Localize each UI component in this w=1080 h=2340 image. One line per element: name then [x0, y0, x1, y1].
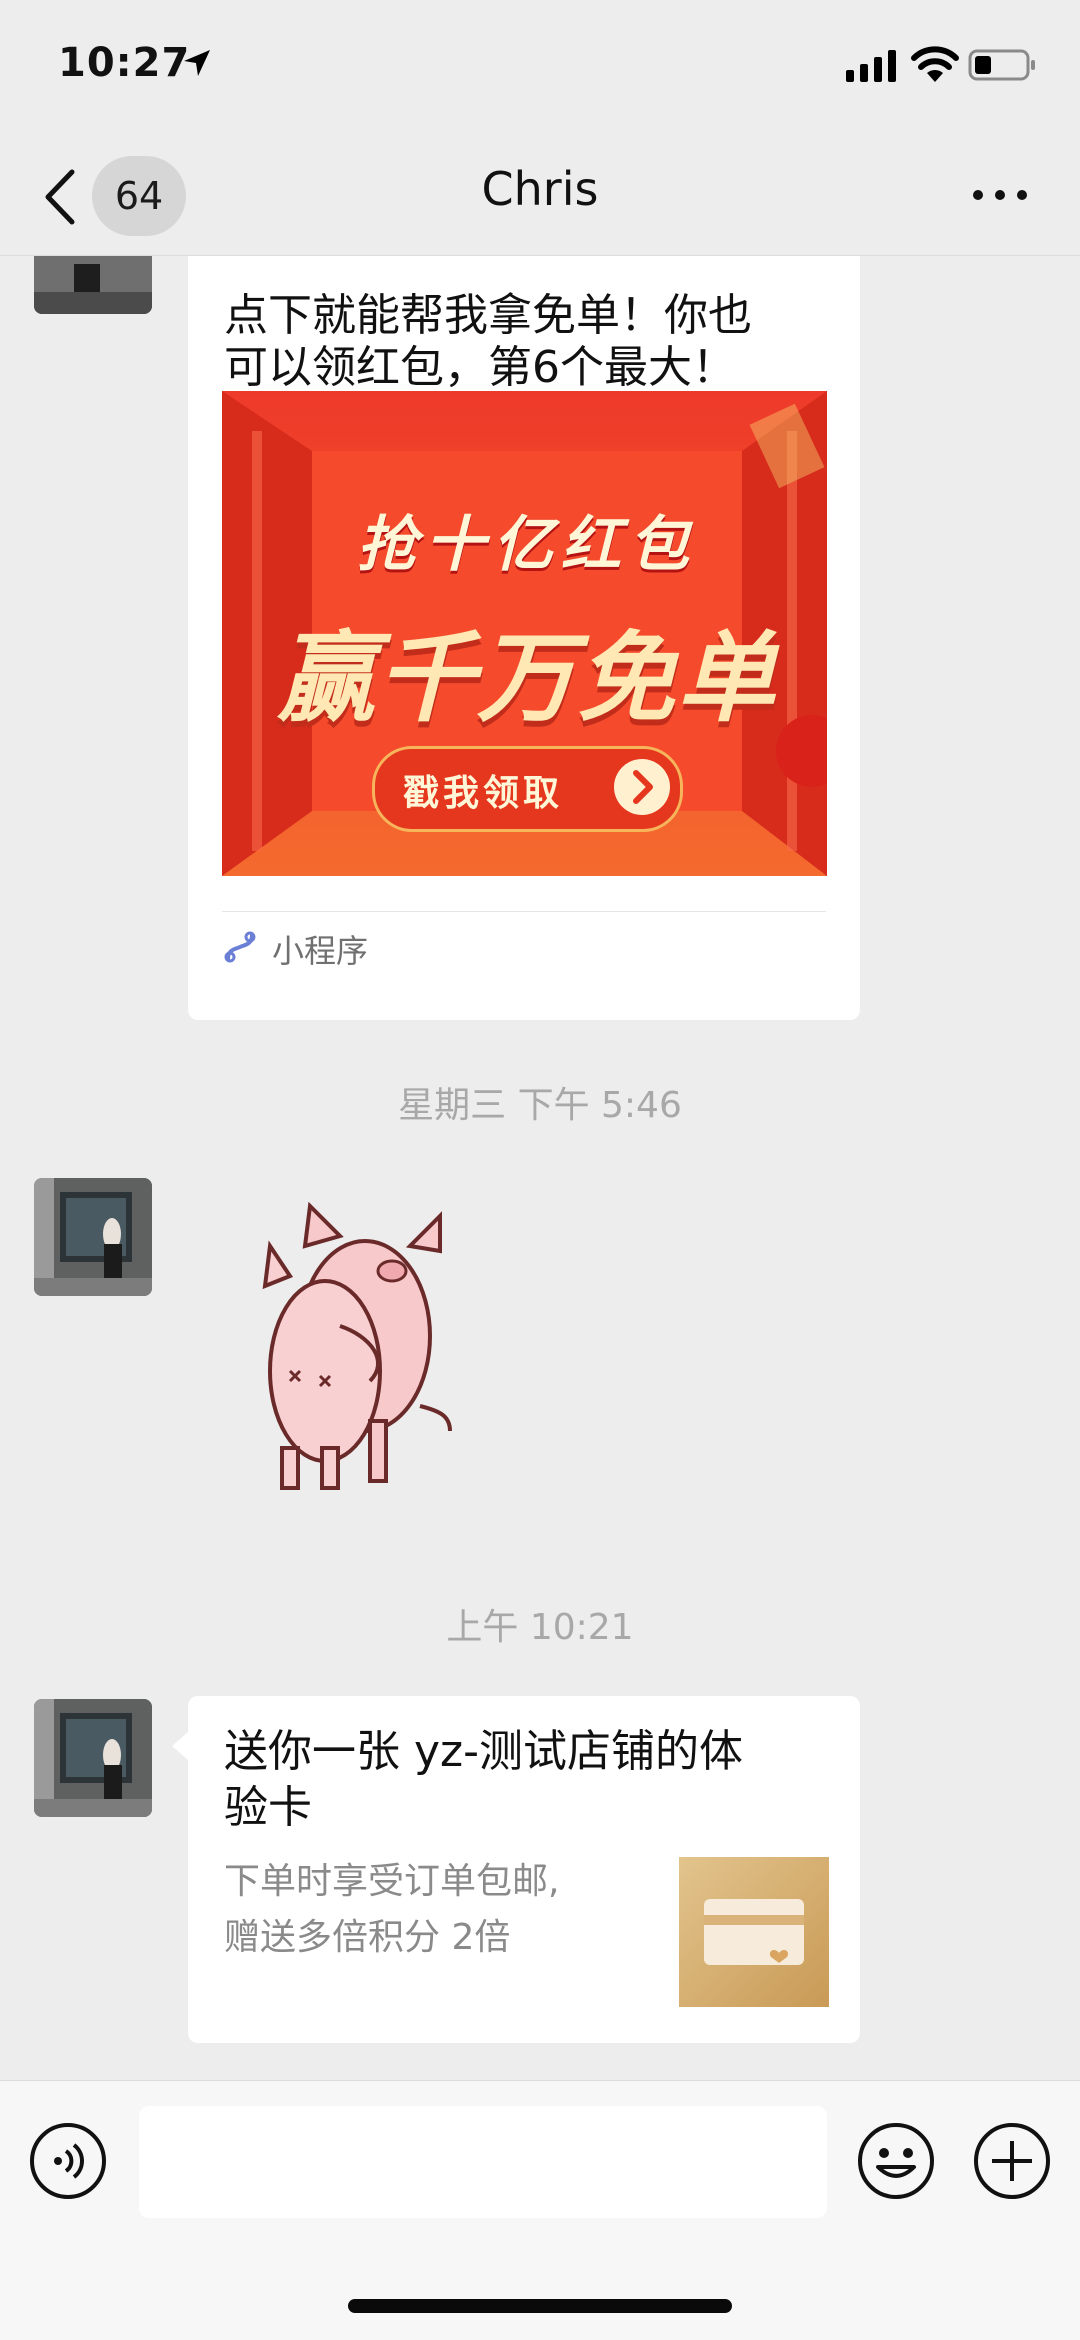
plus-icon[interactable]: [972, 2121, 1052, 2201]
input-bar: [0, 2080, 1080, 2340]
divider: [222, 911, 826, 912]
avatar[interactable]: [34, 1699, 152, 1817]
card-thumbnail: [679, 1857, 829, 2007]
avatar[interactable]: [34, 256, 152, 314]
message-title-line1: 点下就能帮我拿免单！你也: [224, 290, 752, 341]
location-arrow-icon: [184, 50, 210, 76]
chat-title: Chris: [481, 162, 599, 216]
card-message[interactable]: 送你一张 yz-测试店铺的体 验卡 下单时享受订单包邮, 赠送多倍积分 2倍: [172, 1696, 860, 2043]
timestamp: 星期三 下午 5:46: [398, 1085, 682, 1126]
message-input[interactable]: [139, 2106, 827, 2218]
voice-icon[interactable]: [28, 2121, 108, 2201]
emoji-icon[interactable]: [856, 2121, 936, 2201]
signal-icon: [846, 50, 896, 82]
chat-messages[interactable]: 点下就能帮我拿免单！你也 可以领红包，第6个最大！ 抢十亿红包 赢千万免单 戳我…: [0, 256, 1080, 2080]
more-icon[interactable]: [970, 180, 1030, 210]
promo-subheadline: 赢千万免单: [276, 622, 777, 736]
card-description-line1: 下单时享受订单包邮,: [224, 1861, 560, 1902]
message-title-line2: 可以领红包，第6个最大！: [224, 342, 736, 393]
home-indicator: [348, 2299, 732, 2313]
card-description: 下单时享受订单包邮, 赠送多倍积分 2倍: [224, 1854, 624, 1966]
pig-sticker[interactable]: [250, 1186, 470, 1506]
promo-button-label: 戳我领取: [403, 773, 564, 814]
card-title-line2: 验卡: [224, 1782, 312, 1833]
battery-icon: [968, 49, 1035, 81]
wifi-icon: [911, 46, 959, 82]
miniprogram-icon: [224, 931, 256, 963]
timestamp: 上午 10:21: [446, 1607, 634, 1648]
status-bar: 10:27: [0, 0, 1080, 140]
status-time: 10:27: [58, 40, 191, 86]
avatar[interactable]: [34, 1178, 152, 1296]
promo-claim-button[interactable]: 戳我领取: [372, 746, 683, 832]
arrow-right-icon: [614, 759, 670, 815]
miniprogram-message[interactable]: 点下就能帮我拿免单！你也 可以领红包，第6个最大！ 抢十亿红包 赢千万免单 戳我…: [188, 256, 860, 1020]
miniprogram-label: 小程序: [272, 932, 369, 970]
card-title-line1: 送你一张 yz-测试店铺的体: [224, 1726, 743, 1777]
promo-banner[interactable]: 抢十亿红包 赢千万免单 戳我领取: [222, 391, 827, 876]
promo-headline: 抢十亿红包: [357, 510, 697, 580]
card-description-line2: 赠送多倍积分 2倍: [224, 1917, 511, 1958]
chat-header: 64 Chris: [0, 140, 1080, 256]
